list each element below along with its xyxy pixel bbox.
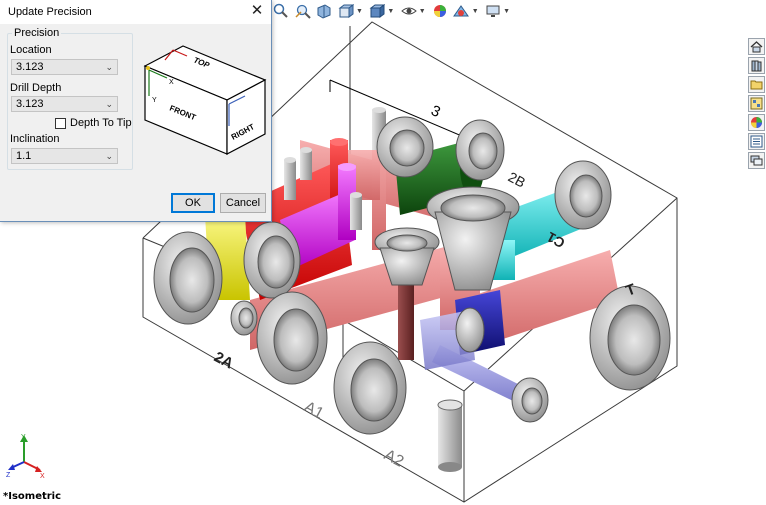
depth-to-tip-label: Depth To Tip bbox=[70, 117, 132, 129]
triad-x-label: X bbox=[40, 473, 45, 478]
inclination-value: 1.1 bbox=[16, 150, 32, 162]
checkbox-box[interactable] bbox=[55, 117, 66, 129]
triad-y-label: Y bbox=[21, 434, 26, 441]
dialog-title: Update Precision bbox=[8, 6, 92, 18]
close-icon[interactable]: ✕ bbox=[249, 3, 265, 19]
triad-z-label: Z bbox=[6, 472, 11, 478]
drill-depth-select[interactable]: 3.123 ⌄ bbox=[11, 96, 118, 112]
depth-to-tip-checkbox[interactable]: Depth To Tip bbox=[55, 117, 132, 129]
chevron-down-icon[interactable]: ▼ bbox=[472, 8, 479, 15]
orientation-preview-cube: TOP FRONT RIGHT Y X bbox=[143, 45, 267, 155]
view-orientation-icon[interactable] bbox=[336, 1, 354, 21]
inclination-label: Inclination bbox=[10, 133, 60, 145]
file-explorer-icon[interactable] bbox=[748, 76, 765, 93]
drill-depth-label: Drill Depth bbox=[10, 82, 62, 94]
chevron-down-icon[interactable]: ▼ bbox=[387, 8, 394, 15]
design-library-icon[interactable] bbox=[748, 57, 765, 74]
view-orientation-label: *Isometric bbox=[3, 491, 62, 502]
dialog-title-bar[interactable]: Update Precision ✕ bbox=[0, 0, 271, 24]
location-select[interactable]: 3.123 ⌄ bbox=[11, 59, 118, 75]
coordinate-triad: Y X Z bbox=[6, 434, 45, 478]
update-precision-dialog: Update Precision ✕ Precision Location 3.… bbox=[0, 0, 272, 222]
section-view-icon[interactable] bbox=[315, 1, 333, 21]
ok-button[interactable]: OK bbox=[171, 193, 215, 213]
appearances-icon[interactable] bbox=[748, 114, 765, 131]
chevron-down-icon: ⌄ bbox=[105, 62, 113, 72]
port-label-a1: A1 bbox=[301, 399, 326, 423]
custom-properties-icon[interactable] bbox=[748, 133, 765, 150]
zoom-area-icon[interactable] bbox=[293, 1, 311, 21]
precision-group-title: Precision bbox=[12, 27, 62, 39]
zoom-to-fit-icon[interactable] bbox=[272, 1, 290, 21]
dimension-label-3: 3 bbox=[428, 102, 443, 121]
chevron-down-icon[interactable]: ▼ bbox=[419, 8, 426, 15]
heads-up-view-toolbar: ▼ ▼ ▼ ▼ ▼ bbox=[272, 0, 512, 22]
forum-icon[interactable] bbox=[748, 152, 765, 169]
edit-appearance-icon[interactable] bbox=[431, 1, 449, 21]
apply-scene-icon[interactable] bbox=[452, 1, 470, 21]
chevron-down-icon[interactable]: ▼ bbox=[356, 8, 363, 15]
chevron-down-icon[interactable]: ▼ bbox=[503, 8, 510, 15]
task-pane-tabs bbox=[748, 38, 766, 169]
view-palette-icon[interactable] bbox=[748, 95, 765, 112]
inclination-select[interactable]: 1.1 ⌄ bbox=[11, 148, 118, 164]
home-icon[interactable] bbox=[748, 38, 765, 55]
preview-x-label: X bbox=[169, 79, 174, 86]
location-value: 3.123 bbox=[16, 61, 44, 73]
port-label-2b: 2B bbox=[506, 169, 529, 191]
preview-y-label: Y bbox=[152, 97, 157, 104]
display-style-icon[interactable] bbox=[368, 1, 386, 21]
cancel-button[interactable]: Cancel bbox=[220, 193, 266, 213]
chevron-down-icon: ⌄ bbox=[105, 151, 113, 161]
hide-show-icon[interactable] bbox=[399, 1, 417, 21]
drill-depth-value: 3.123 bbox=[16, 98, 44, 110]
view-settings-icon[interactable] bbox=[484, 1, 502, 21]
location-label: Location bbox=[10, 44, 52, 56]
chevron-down-icon: ⌄ bbox=[105, 99, 113, 109]
